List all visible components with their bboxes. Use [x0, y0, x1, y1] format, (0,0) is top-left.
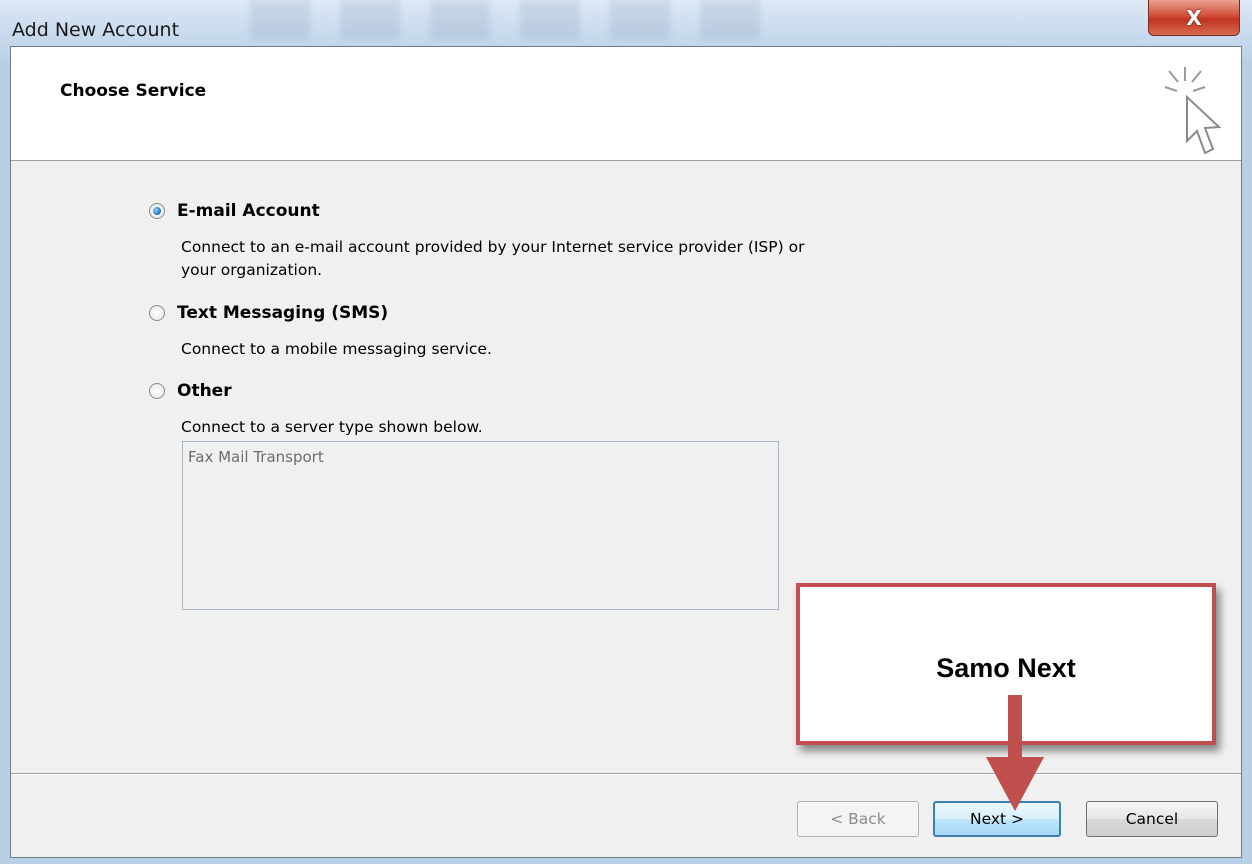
cancel-button[interactable]: Cancel	[1086, 801, 1218, 837]
email-account-description-1: Connect to an e-mail account provided by…	[181, 238, 805, 256]
dialog-header: Choose Service	[11, 47, 1241, 161]
window-title: Add New Account	[12, 19, 180, 41]
other-radio[interactable]	[149, 383, 165, 399]
text-messaging-radio[interactable]	[149, 305, 165, 321]
text-messaging-label[interactable]: Text Messaging (SMS)	[177, 303, 388, 323]
back-button[interactable]: < Back	[797, 801, 919, 837]
other-label[interactable]: Other	[177, 381, 232, 401]
server-type-list[interactable]: Fax Mail Transport	[182, 441, 779, 610]
background-toolbar-blur	[250, 0, 770, 40]
wizard-cursor-icon	[1164, 67, 1222, 155]
text-messaging-description: Connect to a mobile messaging service.	[181, 340, 492, 358]
footer-divider	[11, 773, 1241, 775]
email-account-radio[interactable]	[149, 203, 165, 219]
list-item[interactable]: Fax Mail Transport	[188, 448, 773, 466]
email-account-label[interactable]: E-mail Account	[177, 201, 320, 221]
close-button[interactable]: X	[1148, 0, 1240, 36]
page-title: Choose Service	[60, 81, 207, 101]
annotation-text: Samo Next	[936, 653, 1076, 683]
annotation-arrow-icon	[986, 695, 1044, 811]
other-description: Connect to a server type shown below.	[181, 418, 483, 436]
email-account-description-2: your organization.	[181, 261, 323, 279]
